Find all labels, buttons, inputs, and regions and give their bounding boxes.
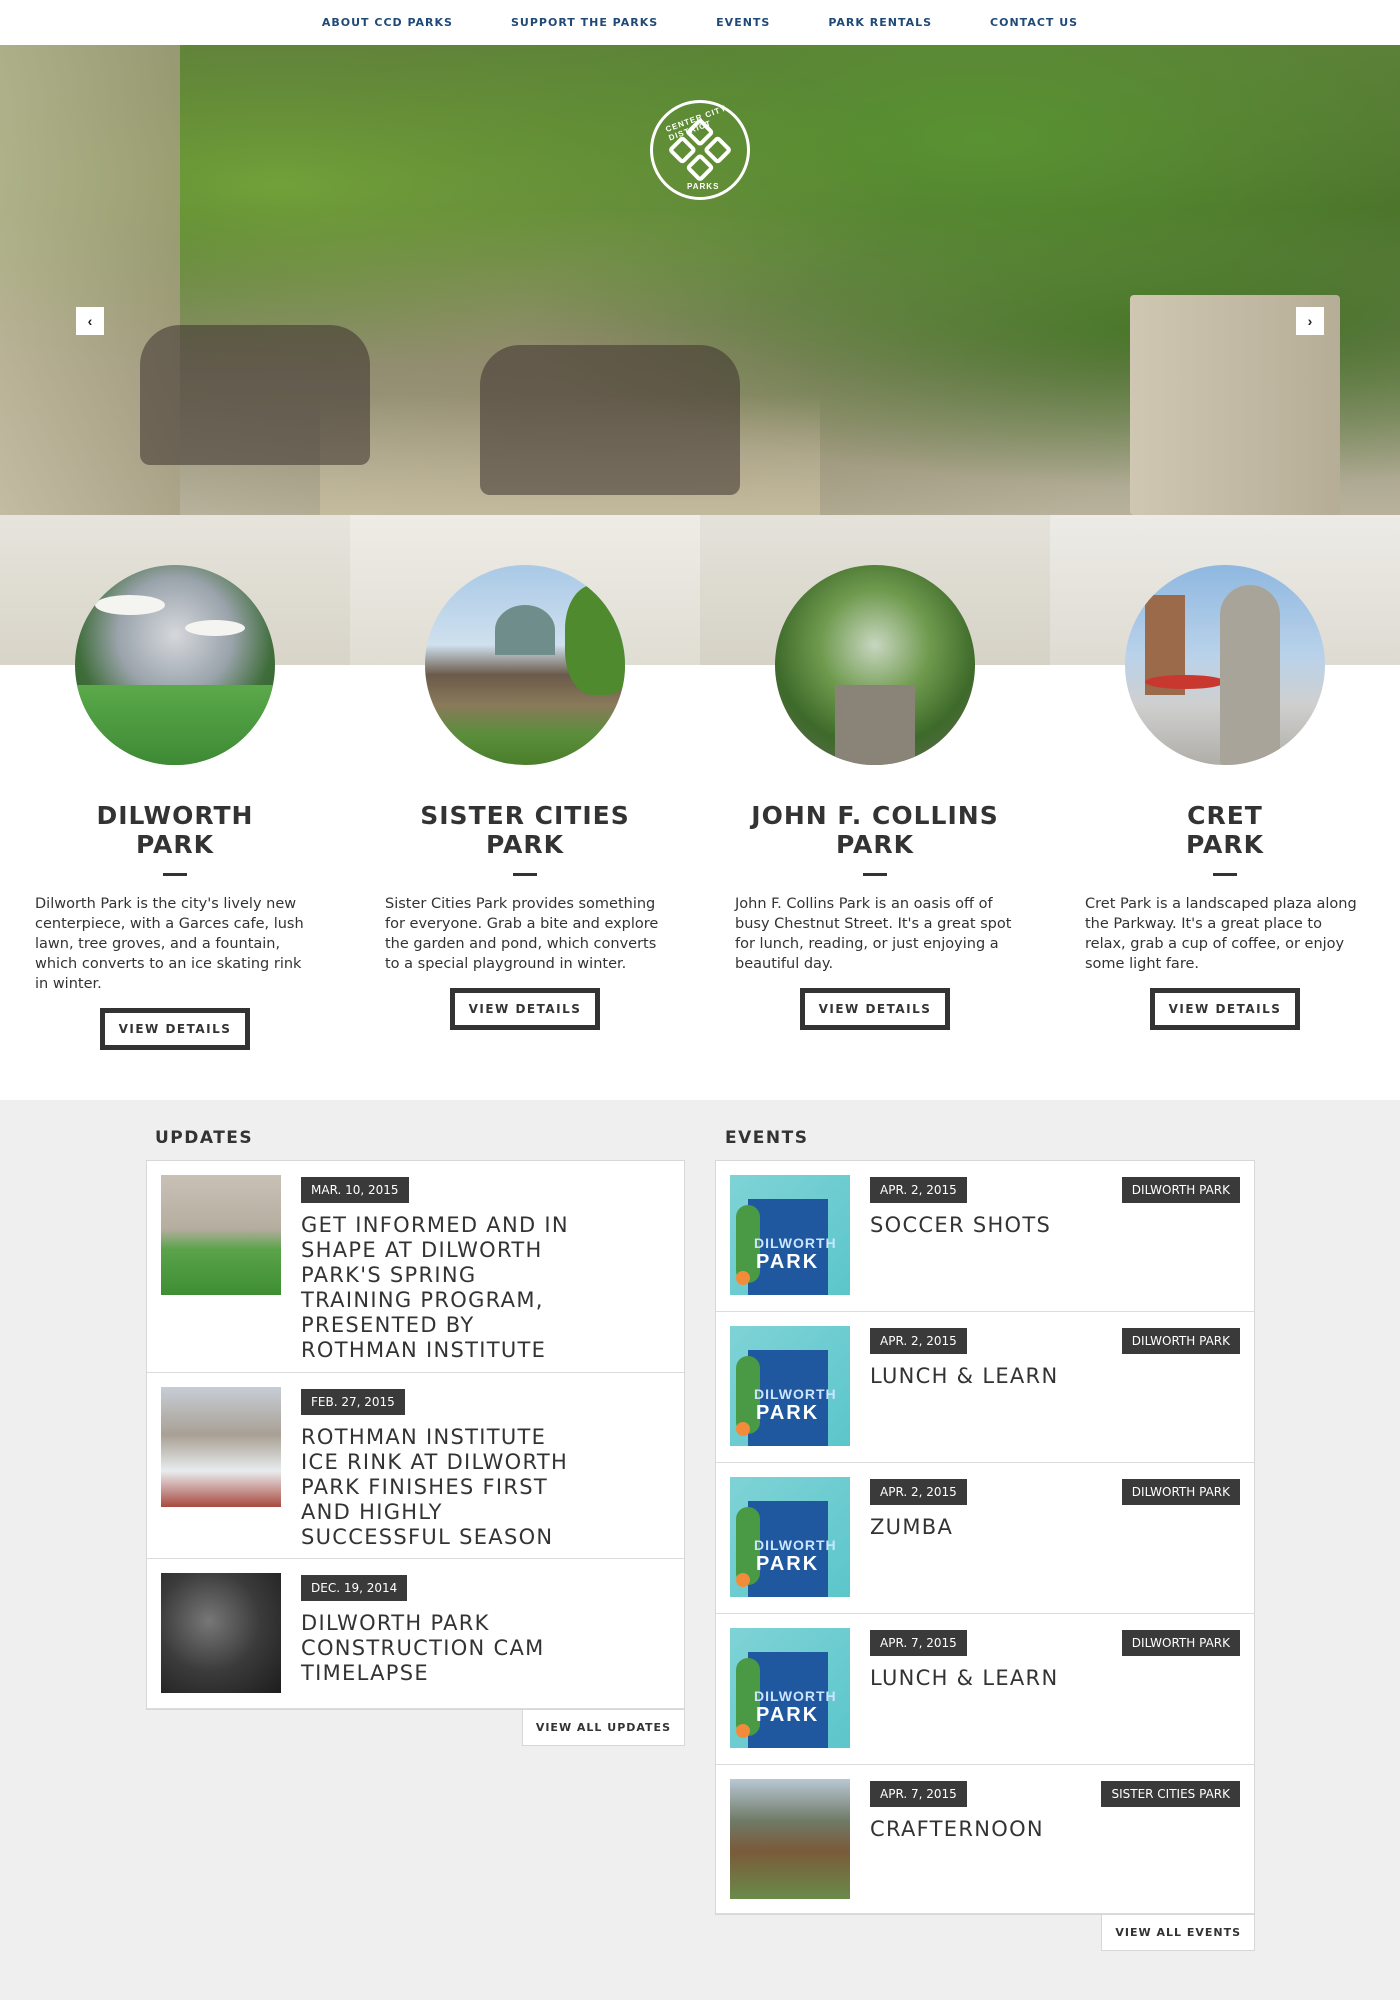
parks-section: DILWORTH PARK Dilworth Park is the city's… bbox=[0, 515, 1400, 1100]
event-item[interactable]: DILWORTH PARK APR. 7, 2015 DILWORTH PARK … bbox=[716, 1614, 1254, 1765]
event-title[interactable]: ZUMBA bbox=[870, 1515, 1230, 1540]
event-thumbnail[interactable]: DILWORTH PARK bbox=[730, 1477, 850, 1597]
event-thumbnail[interactable]: DILWORTH PARK bbox=[730, 1326, 850, 1446]
view-details-button[interactable]: VIEW DETAILS bbox=[449, 988, 601, 1030]
news-section: UPDATES EVENTS MAR. 10, 2015 GET INFORME… bbox=[0, 1100, 1400, 2000]
event-title[interactable]: CRAFTERNOON bbox=[870, 1817, 1230, 1842]
park-description: Cret Park is a landscaped plaza along th… bbox=[1085, 896, 1357, 972]
update-thumbnail[interactable] bbox=[161, 1175, 281, 1295]
event-title[interactable]: LUNCH & LEARN bbox=[870, 1364, 1230, 1389]
park-title: SISTER CITIES PARK bbox=[420, 801, 630, 859]
view-all-updates-button[interactable]: VIEW ALL UPDATES bbox=[521, 1709, 685, 1746]
event-title[interactable]: LUNCH & LEARN bbox=[870, 1666, 1230, 1691]
chevron-left-icon: ‹ bbox=[87, 313, 93, 329]
update-item[interactable]: MAR. 10, 2015 GET INFORMED AND IN SHAPE … bbox=[147, 1161, 684, 1373]
update-thumbnail[interactable] bbox=[161, 1387, 281, 1507]
hero-people-left bbox=[140, 325, 370, 465]
nav-support-the-parks[interactable]: SUPPORT THE PARKS bbox=[511, 16, 658, 29]
title-divider bbox=[1213, 873, 1237, 876]
update-title[interactable]: DILWORTH PARK CONSTRUCTION CAM TIMELAPSE bbox=[301, 1611, 571, 1686]
event-title[interactable]: SOCCER SHOTS bbox=[870, 1213, 1230, 1238]
park-card-cret: CRET PARK Cret Park is a landscaped plaza… bbox=[1050, 515, 1400, 1030]
event-date: APR. 7, 2015 bbox=[870, 1781, 967, 1807]
view-details-button[interactable]: VIEW DETAILS bbox=[1149, 988, 1301, 1030]
events-heading: EVENTS bbox=[725, 1128, 809, 1148]
event-park-tag[interactable]: SISTER CITIES PARK bbox=[1101, 1781, 1240, 1807]
update-title[interactable]: ROTHMAN INSTITUTE ICE RINK AT DILWORTH P… bbox=[301, 1425, 571, 1550]
dilworth-park-photo[interactable] bbox=[75, 565, 275, 765]
events-panel: DILWORTH PARK APR. 2, 2015 DILWORTH PARK … bbox=[715, 1160, 1255, 1951]
park-card-john-f-collins: JOHN F. COLLINS PARK John F. Collins Park… bbox=[700, 515, 1050, 1030]
update-title[interactable]: GET INFORMED AND IN SHAPE AT DILWORTH PA… bbox=[301, 1213, 571, 1363]
event-item[interactable]: DILWORTH PARK APR. 2, 2015 DILWORTH PARK … bbox=[716, 1161, 1254, 1312]
event-thumbnail[interactable] bbox=[730, 1779, 850, 1899]
updates-heading: UPDATES bbox=[155, 1128, 254, 1148]
event-item[interactable]: DILWORTH PARK APR. 2, 2015 DILWORTH PARK … bbox=[716, 1312, 1254, 1463]
park-title: DILWORTH PARK bbox=[96, 801, 254, 859]
view-details-button[interactable]: VIEW DETAILS bbox=[99, 1008, 251, 1050]
event-date: APR. 2, 2015 bbox=[870, 1328, 967, 1354]
park-description: Sister Cities Park provides something fo… bbox=[385, 896, 659, 972]
view-details-button[interactable]: VIEW DETAILS bbox=[799, 988, 951, 1030]
event-item[interactable]: APR. 7, 2015 SISTER CITIES PARK CRAFTERN… bbox=[716, 1765, 1254, 1914]
update-date: MAR. 10, 2015 bbox=[301, 1177, 409, 1203]
nav-about-ccd-parks[interactable]: ABOUT CCD PARKS bbox=[322, 16, 453, 29]
park-title: JOHN F. COLLINS PARK bbox=[751, 801, 999, 859]
event-park-tag[interactable]: DILWORTH PARK bbox=[1121, 1479, 1240, 1505]
park-description: John F. Collins Park is an oasis off of … bbox=[735, 896, 1012, 972]
event-thumbnail[interactable]: DILWORTH PARK bbox=[730, 1628, 850, 1748]
john-f-collins-park-photo[interactable] bbox=[775, 565, 975, 765]
top-nav: ABOUT CCD PARKS SUPPORT THE PARKS EVENTS… bbox=[0, 0, 1400, 45]
park-title: CRET PARK bbox=[1186, 801, 1264, 859]
title-divider bbox=[863, 873, 887, 876]
update-item[interactable]: FEB. 27, 2015 ROTHMAN INSTITUTE ICE RINK… bbox=[147, 1373, 684, 1559]
logo-bottom-text: PARKS bbox=[687, 182, 720, 191]
update-item[interactable]: DEC. 19, 2014 DILWORTH PARK CONSTRUCTION… bbox=[147, 1559, 684, 1709]
title-divider bbox=[513, 873, 537, 876]
sister-cities-park-photo[interactable] bbox=[425, 565, 625, 765]
park-description: Dilworth Park is the city's lively new c… bbox=[35, 896, 304, 992]
event-park-tag[interactable]: DILWORTH PARK bbox=[1121, 1630, 1240, 1656]
updates-panel: MAR. 10, 2015 GET INFORMED AND IN SHAPE … bbox=[146, 1160, 685, 1746]
event-date: APR. 7, 2015 bbox=[870, 1630, 967, 1656]
park-card-sister-cities: SISTER CITIES PARK Sister Cities Park pro… bbox=[350, 515, 700, 1030]
event-thumbnail[interactable]: DILWORTH PARK bbox=[730, 1175, 850, 1295]
chevron-right-icon: › bbox=[1307, 313, 1313, 329]
hero-people-center bbox=[480, 345, 740, 495]
slider-next-button[interactable]: › bbox=[1296, 307, 1324, 335]
nav-events[interactable]: EVENTS bbox=[716, 16, 770, 29]
update-date: FEB. 27, 2015 bbox=[301, 1389, 405, 1415]
event-park-tag[interactable]: DILWORTH PARK bbox=[1121, 1177, 1240, 1203]
event-date: APR. 2, 2015 bbox=[870, 1479, 967, 1505]
slider-prev-button[interactable]: ‹ bbox=[76, 307, 104, 335]
event-park-tag[interactable]: DILWORTH PARK bbox=[1121, 1328, 1240, 1354]
nav-park-rentals[interactable]: PARK RENTALS bbox=[828, 16, 932, 29]
update-thumbnail[interactable] bbox=[161, 1573, 281, 1693]
event-item[interactable]: DILWORTH PARK APR. 2, 2015 DILWORTH PARK … bbox=[716, 1463, 1254, 1614]
update-date: DEC. 19, 2014 bbox=[301, 1575, 408, 1601]
cret-park-photo[interactable] bbox=[1125, 565, 1325, 765]
park-card-dilworth: DILWORTH PARK Dilworth Park is the city's… bbox=[0, 515, 350, 1050]
view-all-events-button[interactable]: VIEW ALL EVENTS bbox=[1101, 1914, 1255, 1951]
event-date: APR. 2, 2015 bbox=[870, 1177, 967, 1203]
title-divider bbox=[163, 873, 187, 876]
ccd-parks-logo[interactable]: CENTER CITY DISTRICT PARKS bbox=[650, 100, 750, 200]
hero-slider: CENTER CITY DISTRICT PARKS ‹ › bbox=[0, 45, 1400, 515]
nav-contact-us[interactable]: CONTACT US bbox=[990, 16, 1078, 29]
